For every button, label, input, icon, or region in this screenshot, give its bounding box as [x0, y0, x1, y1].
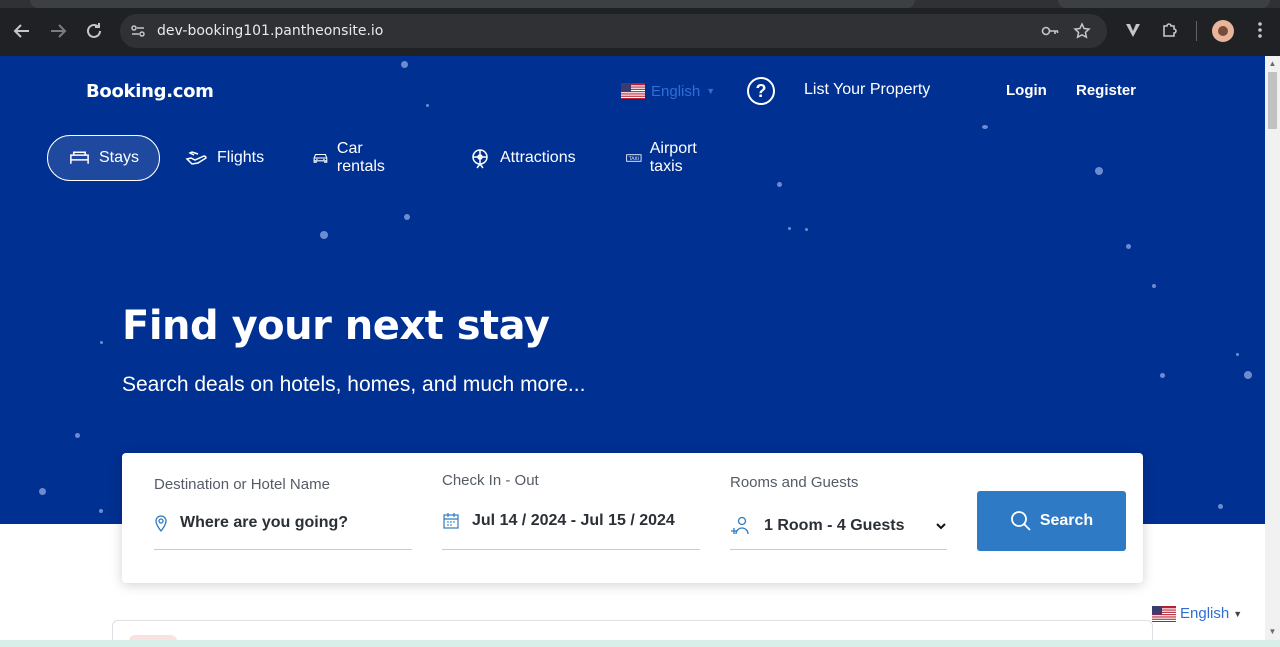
floating-language-selector[interactable]: English ▼: [1152, 605, 1242, 622]
dates-field: Check In - Out: [442, 472, 539, 489]
language-selector[interactable]: English ▼: [621, 81, 715, 101]
more-menu-icon[interactable]: [1250, 20, 1270, 40]
tab-strip: [0, 0, 1280, 8]
decor-dot: [1236, 353, 1239, 356]
list-property-link[interactable]: List Your Property: [804, 81, 930, 99]
register-link[interactable]: Register: [1076, 82, 1136, 99]
url-text[interactable]: dev-booking101.pantheonsite.io: [157, 23, 383, 39]
us-flag-icon: [621, 83, 645, 99]
search-button-label: Search: [1039, 512, 1094, 529]
destination-placeholder: Where are you going?: [180, 514, 349, 531]
toolbar-divider: [1196, 21, 1197, 41]
reload-icon[interactable]: [82, 19, 106, 43]
dates-underline: [442, 549, 700, 550]
browser-tab[interactable]: [30, 0, 915, 8]
browser-toolbar: dev-booking101.pantheonsite.io: [0, 0, 1280, 56]
rooms-select[interactable]: 1 Room - 4 Guests: [730, 515, 947, 537]
decor-dot: [1160, 373, 1165, 378]
rooms-underline: [730, 549, 947, 550]
language-label: English: [651, 82, 701, 100]
decor-dot: [1126, 244, 1131, 249]
decor-dot: [39, 488, 46, 495]
tab-flights[interactable]: Flights: [165, 135, 284, 181]
decor-dot: [75, 433, 80, 438]
attractions-icon: [472, 149, 488, 169]
location-pin-icon: [155, 515, 167, 532]
extension-v-icon[interactable]: [1123, 20, 1143, 40]
decor-dot: [1244, 371, 1252, 379]
guests-icon: [731, 516, 749, 535]
language-label: English: [1180, 605, 1230, 622]
tab-label: Airport taxis: [649, 140, 697, 175]
decor-dot: [404, 214, 410, 220]
tab-label: Attractions: [500, 149, 576, 166]
address-bar[interactable]: dev-booking101.pantheonsite.io: [120, 14, 1107, 48]
rooms-value: 1 Room - 4 Guests: [764, 517, 905, 534]
decor-dot: [100, 341, 103, 344]
brand-logo[interactable]: Booking.com: [86, 81, 214, 102]
decor-dot: [320, 231, 328, 239]
rooms-field: Rooms and Guests: [730, 474, 858, 491]
forward-icon[interactable]: [46, 19, 70, 43]
bookmark-star-icon[interactable]: [1073, 22, 1091, 40]
destination-input[interactable]: Where are you going?: [154, 513, 412, 533]
search-icon: [1010, 511, 1031, 531]
password-key-icon[interactable]: [1041, 22, 1059, 40]
decor-dot: [401, 61, 408, 68]
tab-airport-taxis[interactable]: TAXI Airport taxis: [606, 135, 725, 181]
decor-dot: [1218, 504, 1223, 509]
chevron-down-icon: [936, 523, 946, 530]
hero-subtitle: Search deals on hotels, homes, and much …: [122, 373, 586, 396]
decor-dot: [788, 227, 791, 230]
page-viewport: Booking.com English ▼ ? List Your Proper…: [0, 56, 1265, 640]
taxi-icon: TAXI: [626, 154, 642, 162]
decor-dot: [426, 104, 429, 107]
destination-underline: [154, 549, 412, 550]
decor-dot: [805, 228, 808, 231]
site-settings-icon[interactable]: [130, 23, 146, 39]
decor-dot: [982, 125, 988, 129]
extensions-puzzle-icon[interactable]: [1160, 20, 1180, 40]
decor-dot: [1152, 284, 1156, 288]
scroll-down-icon[interactable]: ▼: [1268, 627, 1277, 636]
search-button[interactable]: Search: [977, 491, 1126, 551]
destination-field: Destination or Hotel Name: [154, 476, 330, 493]
svg-text:TAXI: TAXI: [628, 156, 639, 162]
tab-label: Car rentals: [336, 140, 385, 175]
content-card: [112, 620, 1153, 640]
page-scrollbar[interactable]: ▲ ▼: [1265, 56, 1280, 640]
window-bottom-strip: [0, 640, 1280, 647]
scrollbar-thumb[interactable]: [1268, 72, 1277, 129]
caret-down-icon: ▼: [1233, 608, 1243, 619]
dates-input[interactable]: Jul 14 / 2024 - Jul 15 / 2024: [442, 511, 684, 531]
tab-car-rentals[interactable]: Car rentals: [292, 135, 412, 181]
tab-label: Stays: [98, 149, 139, 166]
tab-attractions[interactable]: Attractions: [448, 135, 596, 181]
decor-dot: [777, 182, 782, 187]
tab-stays[interactable]: Stays: [47, 135, 160, 181]
back-icon[interactable]: [10, 19, 34, 43]
profile-avatar[interactable]: [1212, 20, 1234, 42]
decor-dot: [1095, 167, 1103, 175]
hero-title: Find your next stay: [122, 303, 550, 349]
decor-dot: [99, 509, 103, 513]
us-flag-icon: [1152, 605, 1176, 622]
tab-label: Flights: [217, 149, 265, 166]
search-form: Destination or Hotel Name Where are you …: [122, 453, 1143, 583]
browser-tab-right[interactable]: [1058, 0, 1270, 8]
dates-label: Check In - Out: [442, 472, 539, 489]
scroll-up-icon[interactable]: ▲: [1268, 59, 1277, 68]
caret-down-icon: ▼: [706, 86, 716, 96]
destination-label: Destination or Hotel Name: [154, 476, 330, 493]
help-icon[interactable]: ?: [747, 77, 775, 105]
bed-icon: [70, 151, 89, 164]
login-link[interactable]: Login: [1006, 82, 1047, 99]
plane-icon: [185, 151, 207, 165]
dates-value: Jul 14 / 2024 - Jul 15 / 2024: [472, 512, 675, 529]
calendar-icon: [443, 513, 459, 529]
car-icon: [313, 153, 328, 163]
rooms-label: Rooms and Guests: [730, 474, 859, 491]
